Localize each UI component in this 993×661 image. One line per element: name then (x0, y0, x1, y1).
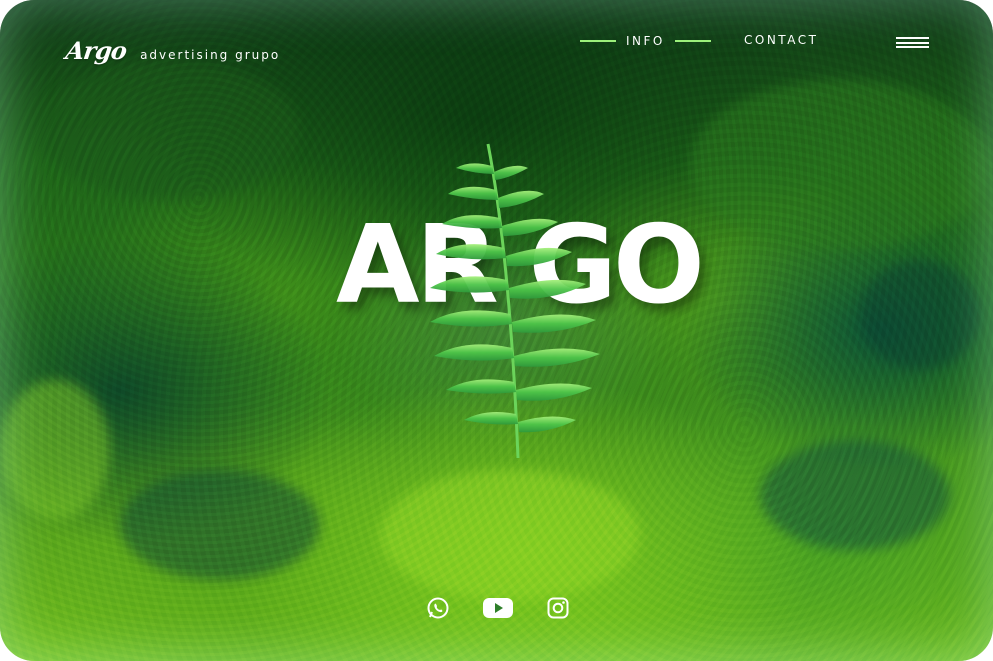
moss-cluster (120, 470, 320, 580)
hamburger-line (896, 46, 929, 48)
youtube-icon[interactable] (482, 596, 514, 620)
moss-cluster (860, 260, 980, 370)
hamburger-line (896, 37, 929, 39)
nav-line-left (580, 40, 616, 42)
logo[interactable]: Argo advertising grupo (63, 36, 281, 65)
hamburger-line (896, 41, 929, 44)
moss-cluster (690, 80, 990, 250)
hamburger-menu-icon[interactable] (896, 37, 929, 48)
nav-link-info[interactable]: INFO (626, 34, 665, 48)
moss-cluster (0, 380, 110, 520)
landing-page: Argo advertising grupo INFO CONTACT AR G… (0, 0, 993, 661)
logo-tagline: advertising grupo (140, 48, 281, 62)
nav-link-contact[interactable]: CONTACT (744, 33, 818, 47)
moss-cluster (760, 440, 950, 550)
instagram-icon[interactable] (546, 596, 570, 620)
moss-cluster (380, 470, 640, 600)
social-links (426, 596, 570, 620)
nav-line-right (674, 40, 711, 42)
fern-icon (430, 143, 600, 459)
moss-cluster (40, 60, 300, 200)
nav-info-item[interactable]: INFO (580, 34, 711, 48)
logo-wordmark: Argo (63, 36, 129, 65)
whatsapp-icon[interactable] (426, 596, 450, 620)
